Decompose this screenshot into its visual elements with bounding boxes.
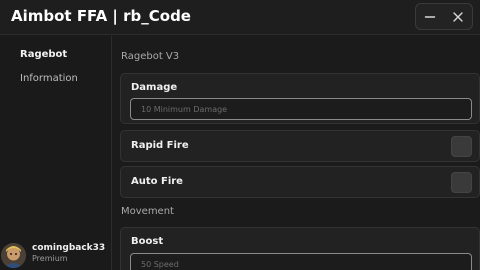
damage-label: Damage <box>131 82 178 93</box>
boost-setting-card: Boost <box>120 227 480 270</box>
close-icon <box>453 11 463 22</box>
damage-input[interactable] <box>130 98 472 120</box>
minimize-button[interactable] <box>416 4 444 29</box>
username: comingback33 <box>32 243 106 253</box>
account-tier: Premium <box>32 254 68 263</box>
title-bar: Aimbot FFA | rb_Code <box>0 0 480 35</box>
avatar <box>1 243 26 268</box>
rapid-fire-checkbox[interactable] <box>451 136 472 157</box>
damage-setting-card: Damage <box>120 73 480 124</box>
close-button[interactable] <box>444 4 472 29</box>
rapid-fire-label: Rapid Fire <box>131 140 189 151</box>
auto-fire-setting-card[interactable]: Auto Fire <box>120 166 480 198</box>
rapid-fire-setting-card[interactable]: Rapid Fire <box>120 130 480 162</box>
auto-fire-checkbox[interactable] <box>451 172 472 193</box>
minimize-icon <box>424 15 436 18</box>
auto-fire-label: Auto Fire <box>131 176 183 187</box>
window-title: Aimbot FFA | rb_Code <box>11 7 191 25</box>
sidebar: Ragebot Information <box>0 36 112 270</box>
section-title-movement: Movement <box>121 206 174 217</box>
sidebar-item-ragebot[interactable]: Ragebot <box>20 49 67 60</box>
boost-label: Boost <box>131 236 164 247</box>
window-controls <box>415 3 473 30</box>
user-profile: comingback33 Premium <box>0 240 112 270</box>
boost-input[interactable] <box>130 253 472 270</box>
section-title-ragebot: Ragebot V3 <box>121 51 180 62</box>
sidebar-item-information[interactable]: Information <box>20 73 78 84</box>
